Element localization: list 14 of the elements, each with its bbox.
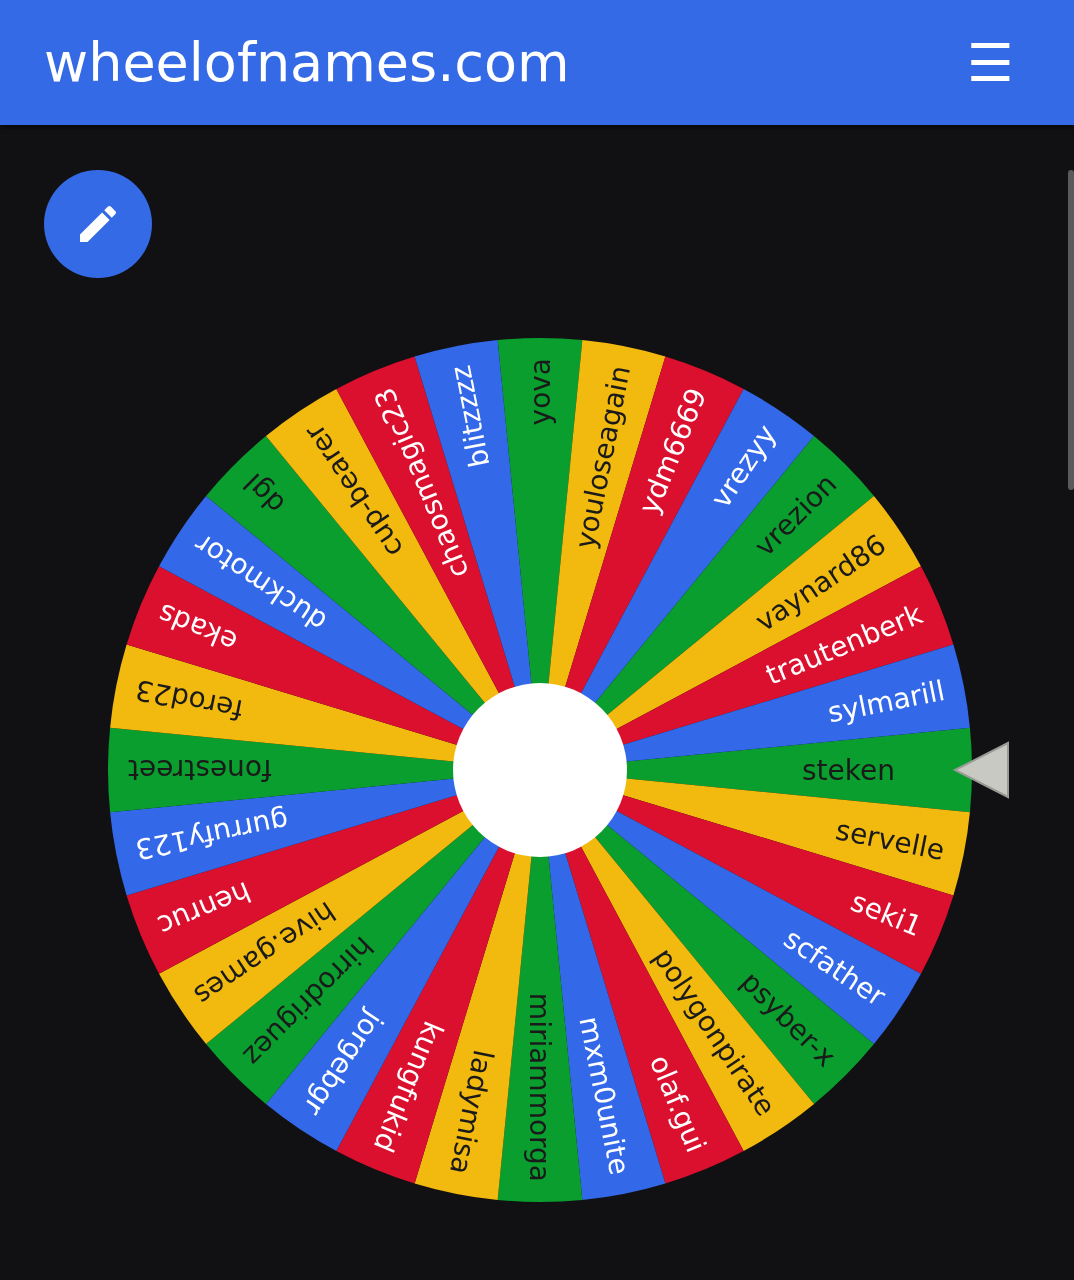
segment-label: miriammorga [523, 992, 556, 1182]
segment-label: dgl [237, 466, 292, 521]
menu-button[interactable]: ☰ [967, 36, 1014, 89]
segment-label: yova [524, 358, 557, 426]
pointer-icon [952, 741, 1009, 799]
segment-label: ladymisa [442, 1047, 500, 1178]
segment-label: mxm0unite [572, 1013, 637, 1178]
segment-label: ferod23 [132, 672, 246, 727]
wheel-center[interactable] [453, 683, 627, 857]
segment-label: fonestreet [128, 753, 272, 786]
site-title: wheelofnames.com [44, 31, 570, 94]
scrollbar[interactable] [1068, 170, 1074, 490]
segment-label: servelle [832, 813, 948, 868]
segment-label: steken [802, 754, 895, 787]
